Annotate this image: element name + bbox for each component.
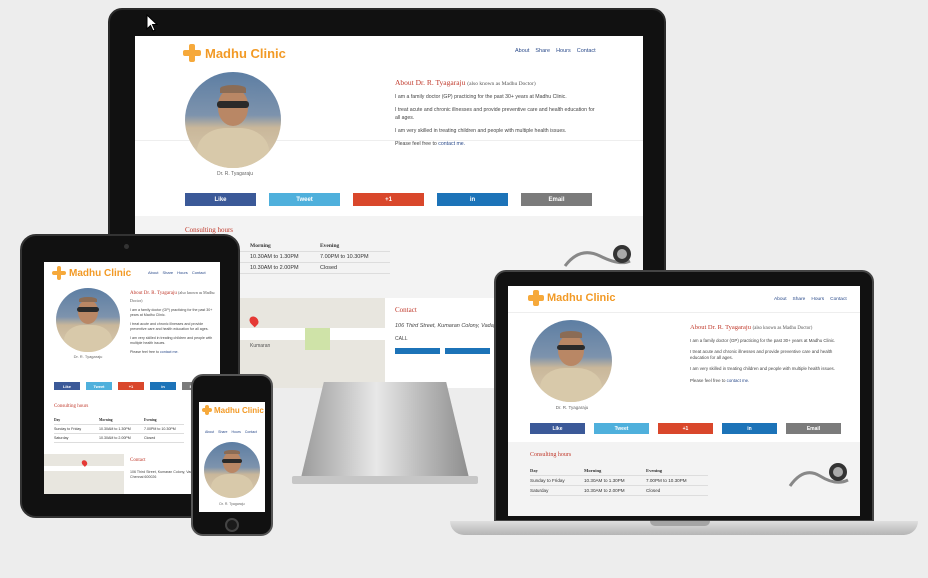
about-paragraphs: I am a family doctor (GP) practicing for… [130,308,213,355]
nav-about[interactable]: About [515,48,529,54]
linkedin-button[interactable]: in [150,382,176,390]
tweet-button[interactable]: Tweet [86,382,112,390]
call-label: CALL [395,336,408,342]
hours-title: Consulting hours [530,452,572,458]
share-buttons: Like Tweet +1 in Email [530,423,841,434]
plusone-button[interactable]: +1 [353,193,424,206]
email-button[interactable]: Email [521,193,592,206]
like-button[interactable]: Like [54,382,80,390]
camera-icon [124,244,129,249]
logo[interactable]: Madhu Clinic [528,290,615,306]
nav-contact[interactable]: Contact [830,297,847,302]
cross-icon [202,405,212,415]
contact-link[interactable]: contact me. [438,141,465,147]
laptop-notch [650,521,710,526]
cross-icon [52,266,66,280]
photo-caption: Dr. R. Tyagaraju [216,171,254,177]
cursor-icon [146,14,158,32]
imac-base [292,476,478,484]
map[interactable] [44,454,124,494]
plusone-button[interactable]: +1 [658,423,713,434]
nav-share[interactable]: Share [162,270,173,275]
main-nav: About Share Hours Contact [515,48,596,54]
share-buttons: Like Tweet +1 in Email [185,193,592,206]
hours-table: DayMorningEvening Sunday to Friday10.30A… [54,416,184,443]
hours-title: Consulting hours [185,226,234,234]
linkedin-button[interactable]: in [722,423,777,434]
doctor-photo [204,442,260,498]
imac-stand [300,382,470,482]
like-button[interactable]: Like [185,193,256,206]
tweet-button[interactable]: Tweet [269,193,340,206]
doctor-photo [56,288,120,352]
photo-caption: Dr. R. Tyagaraju [73,354,103,359]
map-label: Kumaran [250,343,271,349]
nav-contact[interactable]: Contact [577,48,596,54]
logo[interactable]: Madhu Clinic [52,266,131,280]
logo[interactable]: Madhu Clinic [202,405,264,415]
phone-device: Madhu Clinic About Share Hours Contact D… [191,374,273,536]
tweet-button[interactable]: Tweet [594,423,649,434]
phone-screen: Madhu Clinic About Share Hours Contact D… [199,402,265,512]
laptop-screen: Madhu Clinic About Share Hours Contact D… [508,286,860,516]
contact-link[interactable]: contact me. [727,378,750,383]
contact-title: Contact [130,458,146,463]
laptop-device: Madhu Clinic About Share Hours Contact D… [494,270,874,522]
photo-caption: Dr. R. Tyagaraju [219,502,245,506]
email-button[interactable]: Email [786,423,841,434]
nav-share[interactable]: Share [218,430,227,434]
share-buttons: Like Tweet +1 in Email [54,382,208,390]
address: 106 Third Street, Kumaran Colony, Vadapa [395,323,500,329]
like-button[interactable]: Like [530,423,585,434]
linkedin-button[interactable]: in [437,193,508,206]
about-title: About Dr. R. Tyagaraju (also known as Ma… [690,324,813,331]
call-button[interactable] [395,348,440,354]
photo-caption: Dr. R. Tyagaraju [555,405,589,410]
contact-link[interactable]: contact me. [160,350,179,354]
nav-share[interactable]: Share [535,48,550,54]
nav-contact[interactable]: Contact [192,270,206,275]
divider [508,312,860,313]
stethoscope-icon [788,463,849,487]
home-button[interactable] [225,518,239,532]
cross-icon [528,290,544,306]
nav-about[interactable]: About [205,430,214,434]
hours-table: DayMorningEvening Sunday to Friday10.30A… [530,466,708,496]
logo[interactable]: Madhu Clinic [183,44,286,62]
contact-title: Contact [395,306,417,314]
nav-about[interactable]: About [148,270,158,275]
nav-hours[interactable]: Hours [556,48,571,54]
map-button[interactable] [445,348,490,354]
about-paragraphs: I am a family doctor (GP) practicing for… [690,338,836,383]
main-nav: About Share Hours Contact [205,430,257,434]
about-title: About Dr. R. Tyagaraju (also known as Ma… [395,78,536,87]
main-nav: About Share Hours Contact [148,270,206,275]
nav-hours[interactable]: Hours [811,297,824,302]
hours-title: Consulting hours [54,404,89,409]
map-pin-icon [247,314,261,328]
nav-hours[interactable]: Hours [232,430,241,434]
nav-about[interactable]: About [774,297,787,302]
cross-icon [183,44,201,62]
nav-share[interactable]: Share [793,297,806,302]
main-nav: About Share Hours Contact [774,297,847,302]
doctor-photo [185,72,281,168]
about-paragraphs: I am a family doctor (GP) practicing for… [395,94,595,148]
nav-contact[interactable]: Contact [245,430,257,434]
plusone-button[interactable]: +1 [118,382,144,390]
about-title: About Dr. R. Tyagaraju (also known as Ma… [130,290,215,303]
nav-hours[interactable]: Hours [177,270,188,275]
doctor-photo [530,320,612,402]
